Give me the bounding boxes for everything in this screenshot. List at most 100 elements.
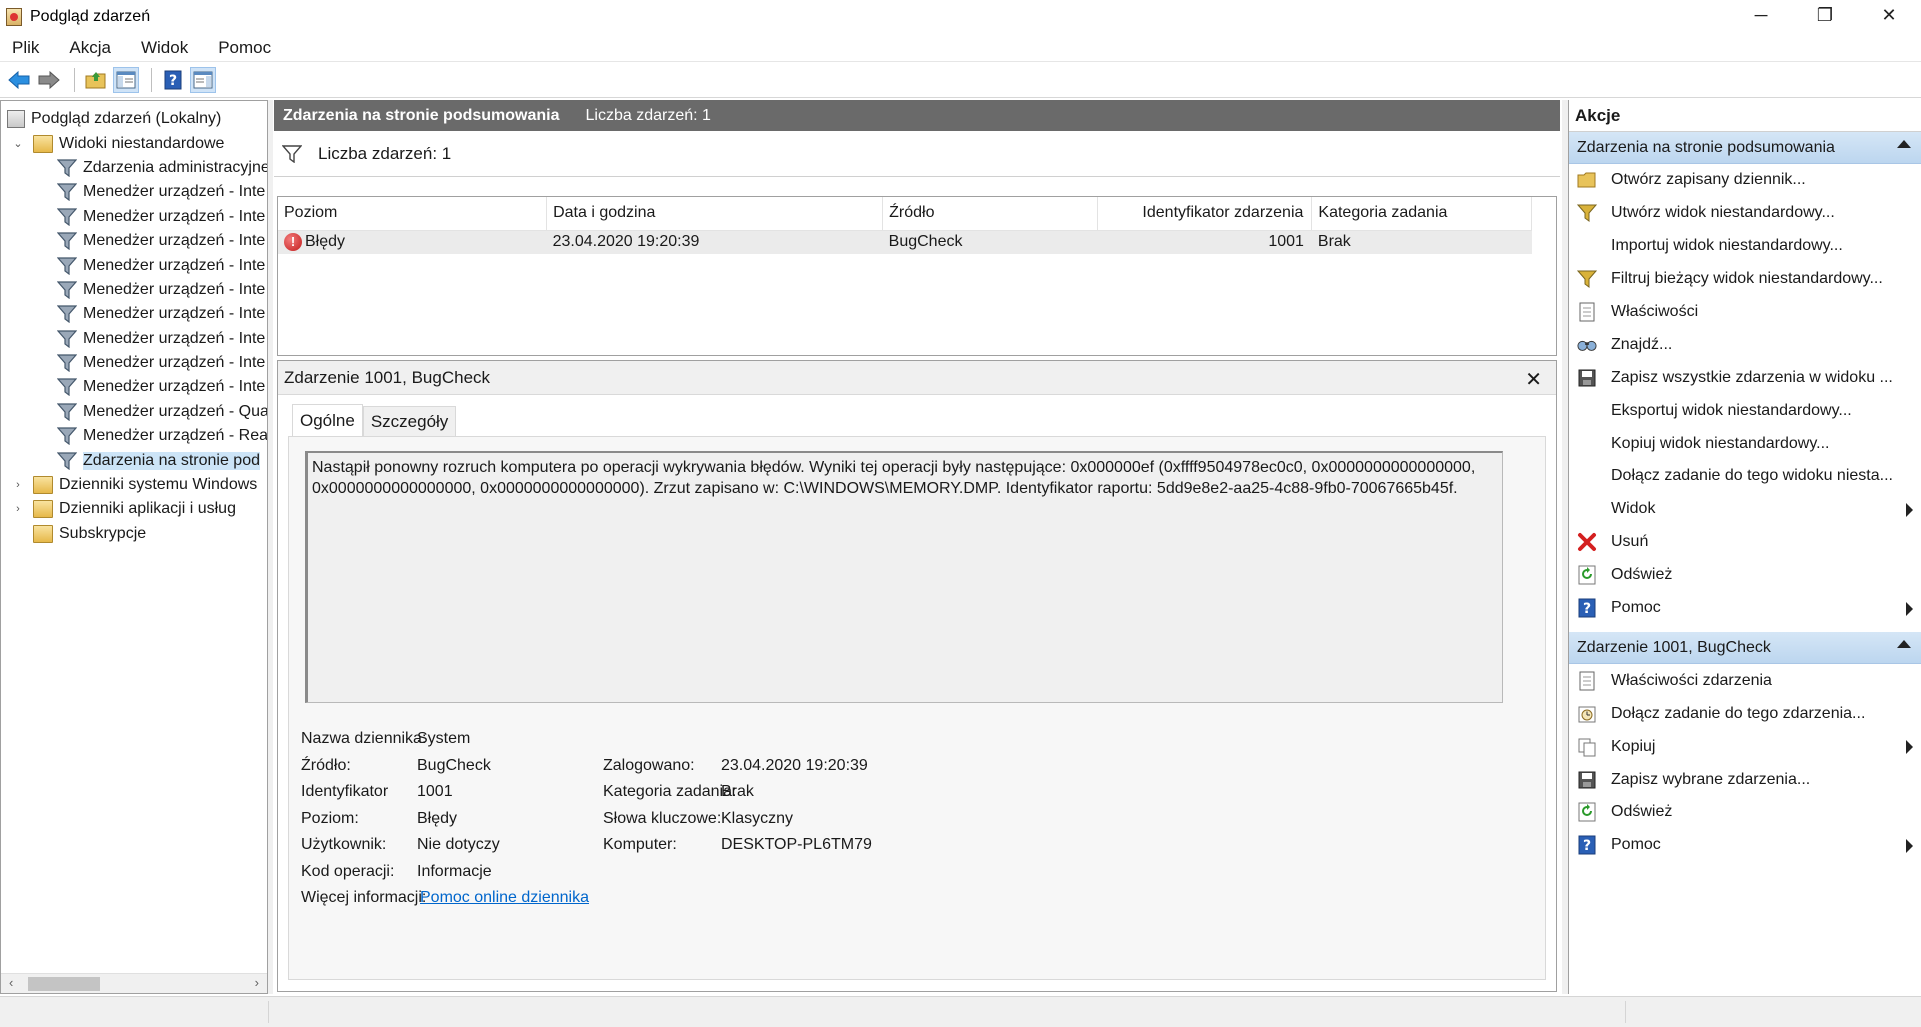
- chevron-right-icon[interactable]: ›: [11, 479, 25, 491]
- action-item[interactable]: Importuj widok niestandardowy...: [1569, 230, 1921, 263]
- action-label: Dołącz zadanie do tego widoku niesta...: [1611, 467, 1893, 485]
- action-label: Zapisz wszystkie zdarzenia w widoku ...: [1611, 368, 1893, 386]
- action-item[interactable]: Filtruj bieżący widok niestandardowy...: [1569, 263, 1921, 296]
- collapse-caret-icon[interactable]: [1897, 140, 1911, 148]
- tree-item-custom-view[interactable]: Menedżer urządzeń - Rea: [1, 424, 267, 448]
- scrollbar-thumb[interactable]: [28, 977, 100, 991]
- action-label: Otwórz zapisany dziennik...: [1611, 171, 1806, 189]
- collapse-caret-icon[interactable]: [1897, 640, 1911, 649]
- menu-pomoc[interactable]: Pomoc: [214, 38, 275, 58]
- column-header-event-id[interactable]: Identyfikator zdarzenia: [1097, 197, 1313, 231]
- action-item[interactable]: Dołącz zadanie do tego zdarzenia...: [1569, 697, 1921, 730]
- action-item[interactable]: Eksportuj widok niestandardowy...: [1569, 394, 1921, 427]
- show-hide-tree-icon: [116, 71, 136, 88]
- center-header: Zdarzenia na stronie podsumowania Liczba…: [274, 100, 1560, 131]
- back-button[interactable]: [6, 67, 32, 93]
- event-properties-icon: [1577, 671, 1597, 691]
- action-item[interactable]: Właściwości: [1569, 296, 1921, 329]
- action-item[interactable]: Usuń: [1569, 526, 1921, 559]
- action-item[interactable]: Zapisz wybrane zdarzenia...: [1569, 763, 1921, 796]
- close-window-button[interactable]: ✕: [1857, 0, 1921, 30]
- prop-value: System: [417, 730, 471, 747]
- action-item[interactable]: Zapisz wszystkie zdarzenia w widoku ...: [1569, 361, 1921, 394]
- tree-item-label: Zdarzenia na stronie pod: [83, 451, 260, 470]
- tree-item-custom-view[interactable]: Menedżer urządzeń - Inte: [1, 229, 267, 253]
- action-label: Kopiuj widok niestandardowy...: [1611, 434, 1830, 452]
- events-table-box: Poziom Data i godzina Źródło Identyfikat…: [277, 196, 1557, 356]
- chevron-down-icon[interactable]: ⌄: [11, 137, 25, 150]
- show-hide-action-pane-icon: [193, 71, 213, 88]
- prop-label: Zalogowano:: [603, 757, 695, 774]
- action-item[interactable]: Widok: [1569, 493, 1921, 526]
- tree-item-custom-view[interactable]: Menedżer urządzeń - Inte: [1, 351, 267, 375]
- tree-item-custom-view[interactable]: Menedżer urządzeń - Inte: [1, 278, 267, 302]
- tree-item-custom-view[interactable]: Menedżer urządzeń - Inte: [1, 205, 267, 229]
- tree-item-windows-logs[interactable]: › Dzienniki systemu Windows: [1, 473, 267, 497]
- menu-widok[interactable]: Widok: [137, 38, 192, 58]
- action-item[interactable]: Znajdź...: [1569, 328, 1921, 361]
- action-item[interactable]: ? Pomoc: [1569, 592, 1921, 625]
- error-icon: !: [284, 233, 302, 252]
- actions-section-view[interactable]: Zdarzenia na stronie podsumowania: [1569, 132, 1921, 164]
- table-row[interactable]: ! Błędy 23.04.2020 19:20:39 BugCheck 1001…: [278, 230, 1532, 254]
- tab-general[interactable]: Ogólne: [292, 404, 363, 436]
- tree-item-custom-view[interactable]: Menedżer urządzeń - Inte: [1, 375, 267, 399]
- menu-bar: Plik Akcja Widok Pomoc: [0, 34, 1921, 62]
- show-hide-tree-button[interactable]: [113, 66, 139, 93]
- tree-item-custom-view[interactable]: Zdarzenia na stronie pod: [1, 448, 267, 472]
- menu-akcja[interactable]: Akcja: [65, 38, 115, 58]
- action-label: Utwórz widok niestandardowy...: [1611, 204, 1835, 222]
- tree-item-custom-views[interactable]: ⌄ Widoki niestandardowe: [1, 131, 267, 155]
- event-description[interactable]: Nastąpił ponowny rozruch komputera po op…: [305, 451, 1503, 703]
- blank-icon: [1577, 434, 1597, 454]
- chevron-right-icon[interactable]: ›: [11, 503, 25, 515]
- actions-section-event[interactable]: Zdarzenie 1001, BugCheck: [1569, 632, 1921, 665]
- tree-item-subscriptions[interactable]: Subskrypcje: [1, 522, 267, 546]
- scroll-right-icon[interactable]: ›: [255, 975, 259, 990]
- tree-item-label: Menedżer urządzeń - Inte: [83, 378, 266, 396]
- action-item[interactable]: ? Pomoc: [1569, 829, 1921, 862]
- action-item[interactable]: Odśwież: [1569, 559, 1921, 592]
- prop-log-name: Nazwa dziennika: System: [301, 730, 801, 752]
- menu-plik[interactable]: Plik: [8, 38, 43, 58]
- action-label: Eksportuj widok niestandardowy...: [1611, 401, 1852, 419]
- tree-item-custom-view[interactable]: Menedżer urządzeń - Inte: [1, 327, 267, 351]
- close-detail-icon[interactable]: ✕: [1525, 367, 1542, 392]
- filter-view-icon: [56, 427, 78, 446]
- action-item[interactable]: Dołącz zadanie do tego widoku niesta...: [1569, 460, 1921, 493]
- action-item[interactable]: Właściwości zdarzenia: [1569, 664, 1921, 697]
- restore-button[interactable]: ❐: [1793, 0, 1857, 30]
- tree-item-label: Zdarzenia administracyjne: [83, 158, 268, 176]
- up-folder-button[interactable]: [83, 67, 109, 93]
- left-splitter[interactable]: [268, 100, 273, 994]
- action-item[interactable]: Kopiuj widok niestandardowy...: [1569, 427, 1921, 460]
- tree-item-custom-view[interactable]: Zdarzenia administracyjne: [1, 156, 267, 180]
- help-toolbar-button[interactable]: ?: [160, 67, 186, 93]
- description-line: 0x0000000000000000, 0x0000000000000000).…: [312, 480, 1458, 497]
- tree-item-custom-view[interactable]: Menedżer urządzeń - Inte: [1, 302, 267, 326]
- column-header-source[interactable]: Źródło: [882, 197, 1098, 231]
- tree-item-root[interactable]: Podgląd zdarzeń (Lokalny): [1, 107, 267, 131]
- column-header-level[interactable]: Poziom: [278, 197, 548, 231]
- tree-item-label: Menedżer urządzeń - Qua: [83, 402, 268, 420]
- forward-button[interactable]: [36, 67, 62, 93]
- minimize-button[interactable]: ─: [1729, 0, 1793, 30]
- tree-item-app-logs[interactable]: › Dzienniki aplikacji i usług: [1, 497, 267, 521]
- prop-value: 23.04.2020 19:20:39: [721, 757, 868, 774]
- tab-details[interactable]: Szczegóły: [362, 406, 457, 436]
- tree-item-custom-view[interactable]: Menedżer urządzeń - Inte: [1, 180, 267, 204]
- tree-item-custom-view[interactable]: Menedżer urządzeń - Inte: [1, 253, 267, 277]
- tree-horizontal-scrollbar[interactable]: ‹ ›: [1, 973, 267, 993]
- column-header-datetime[interactable]: Data i godzina: [546, 197, 884, 231]
- online-help-link[interactable]: Pomoc online dziennika: [420, 889, 589, 907]
- action-item[interactable]: Odśwież: [1569, 796, 1921, 829]
- column-header-task-category[interactable]: Kategoria zadania: [1311, 197, 1532, 231]
- show-hide-action-pane-button[interactable]: [190, 66, 216, 93]
- tree-item-label: Dzienniki aplikacji i usług: [59, 500, 236, 518]
- scroll-left-icon[interactable]: ‹: [9, 975, 13, 990]
- action-item[interactable]: Utwórz widok niestandardowy...: [1569, 197, 1921, 230]
- tree-item-custom-view[interactable]: Menedżer urządzeń - Qua: [1, 400, 267, 424]
- action-item[interactable]: Otwórz zapisany dziennik...: [1569, 164, 1921, 197]
- action-label: Pomoc: [1611, 599, 1661, 617]
- action-item[interactable]: Kopiuj: [1569, 730, 1921, 763]
